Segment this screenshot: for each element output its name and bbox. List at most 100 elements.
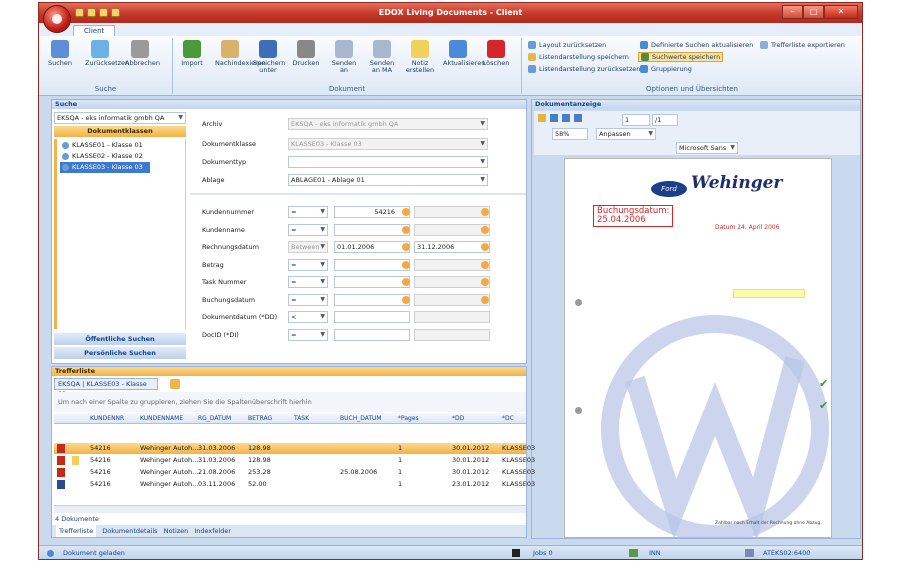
grouping-button[interactable]: Gruppierung	[640, 65, 692, 73]
key-icon[interactable]	[481, 208, 489, 216]
dokument-button-3[interactable]: Drucken	[291, 40, 321, 67]
key-icon[interactable]	[402, 260, 410, 269]
key-icon[interactable]	[481, 278, 489, 286]
fit-select[interactable]: Anpassen ▼	[596, 128, 656, 140]
prev-page-icon[interactable]	[574, 114, 582, 122]
results-tab[interactable]: EKSQA | KLASSE03 - Klasse 03✕	[54, 378, 158, 398]
operator-select[interactable]: = ▼	[288, 293, 328, 306]
column-header-6[interactable]: *Pages	[398, 413, 419, 424]
dokumentklasse-select[interactable]: KLASSE03 - Klasse 03 ▼	[288, 138, 488, 150]
criteria-value-1[interactable]	[334, 276, 410, 288]
table-row[interactable]: 54216 Wehinger Autoh... 03.11.2006 52.00 1 23…	[54, 479, 535, 490]
operator-select[interactable]: < ▼	[288, 311, 328, 323]
bottom-tab-0[interactable]: Trefferliste	[56, 525, 97, 537]
table-row[interactable]: 54216 Wehinger Autoh... 31.03.2006 128.98 1 3…	[54, 443, 535, 454]
column-header-4[interactable]: TASK	[294, 413, 309, 424]
key-icon[interactable]	[481, 295, 489, 304]
page-input[interactable]: 1	[622, 114, 650, 126]
save-search-values-button[interactable]: Suchwerte speichern	[638, 52, 724, 62]
criteria-value-2[interactable]	[414, 223, 490, 236]
criteria-value-1[interactable]	[334, 293, 410, 306]
criteria-value-1[interactable]	[334, 223, 410, 236]
pointer-icon[interactable]	[550, 114, 558, 122]
table-cell: 54216	[90, 444, 111, 452]
minimize-button[interactable]: –	[782, 5, 803, 19]
bottom-tab-1[interactable]: Dokumentdetails	[102, 525, 157, 537]
dokument-button-8[interactable]: Löschen	[481, 40, 511, 67]
list-reset-button[interactable]: Listendarstellung zurücksetzen	[528, 65, 640, 73]
dokumenttyp-select[interactable]: ▼	[288, 156, 488, 168]
operator-select[interactable]: = ▼	[288, 223, 328, 236]
column-header-2[interactable]: RG_DATUM	[198, 413, 231, 424]
criteria-value-1[interactable]: 54216	[334, 206, 410, 218]
font-select[interactable]: Microsoft Sans ▼	[676, 142, 738, 154]
dokument-button-2[interactable]: Speichern unter	[253, 40, 285, 74]
suche-button-2[interactable]: Abbrechen	[125, 40, 160, 67]
new-tab-icon[interactable]	[170, 379, 180, 389]
maximize-button[interactable]: □	[803, 5, 824, 19]
button-icon	[297, 40, 315, 58]
application-menu-button[interactable]	[43, 5, 71, 33]
list-save-button[interactable]: Listendarstellung speichern	[528, 53, 629, 61]
operator-select[interactable]: = ▼	[288, 276, 328, 288]
star-icon[interactable]	[538, 114, 546, 122]
operator-select[interactable]: = ▼	[288, 258, 328, 271]
define-search-refresh-button[interactable]: Definierte Suchen aktualisieren	[640, 41, 753, 49]
zoom-input[interactable]: 58%	[552, 128, 588, 140]
operator-select[interactable]: = ▼	[288, 328, 328, 341]
dokument-button-4[interactable]: Senden an	[329, 40, 359, 74]
key-icon[interactable]	[481, 243, 489, 251]
operator-select[interactable]: = ▼	[288, 206, 328, 218]
dokument-button-6[interactable]: Notiz erstellen	[405, 40, 435, 74]
criteria-value-2[interactable]	[414, 293, 490, 306]
first-page-icon[interactable]	[562, 114, 570, 122]
suche-button-0[interactable]: Suchen	[45, 40, 75, 67]
column-header-8[interactable]: *DC	[502, 413, 514, 424]
column-header-7[interactable]: *DD	[452, 413, 464, 424]
key-icon[interactable]	[402, 278, 410, 286]
criteria-value-2[interactable]	[414, 258, 490, 271]
column-header-0[interactable]: KUNDENNR	[90, 413, 124, 424]
key-icon[interactable]	[402, 225, 410, 234]
public-searches-header[interactable]: Öffentliche Suchen	[54, 333, 186, 345]
table-row[interactable]: 54216 Wehinger Autoh... 31.03.2006 128.98 1 3…	[54, 455, 535, 466]
dokument-button-5[interactable]: Senden an MA	[367, 40, 397, 74]
archiv-select[interactable]: EKSQA - eks informatik gmbh QA ▼	[288, 118, 488, 130]
table-row[interactable]: 54216 Wehinger Autoh... 21.08.2006 253.28 25…	[54, 467, 535, 478]
criteria-value-2[interactable]	[414, 276, 490, 288]
bottom-tab-2[interactable]: Notizen	[164, 525, 189, 537]
horizontal-scrollbar[interactable]	[54, 505, 526, 513]
key-icon[interactable]	[481, 260, 489, 269]
ablage-select[interactable]: ABLAGE01 - Ablage 01 ▼	[288, 174, 488, 186]
criteria-value-1[interactable]: 01.01.2006	[334, 241, 410, 253]
doc-classes-header[interactable]: Dokumentklassen	[54, 126, 186, 137]
criteria-value-1[interactable]	[334, 311, 410, 323]
key-icon[interactable]	[481, 225, 489, 234]
close-button[interactable]: ✕	[824, 5, 858, 19]
group-by-area[interactable]: Um nach einer Spalte zu gruppieren, zieh…	[54, 392, 526, 412]
key-icon[interactable]	[402, 243, 410, 251]
criteria-value-1[interactable]	[334, 328, 410, 341]
criteria-value-1[interactable]	[334, 258, 410, 271]
dokument-button-1[interactable]: Nachindexieren	[215, 40, 266, 67]
tab-client[interactable]: Client	[73, 25, 116, 36]
column-header-3[interactable]: BETRAG	[248, 413, 272, 424]
dokument-button-7[interactable]: Aktualisieren	[443, 40, 485, 67]
key-icon[interactable]	[402, 208, 410, 216]
personal-searches-header[interactable]: Persönliche Suchen	[54, 347, 186, 359]
key-icon[interactable]	[402, 295, 410, 304]
criteria-value-2[interactable]	[414, 206, 490, 218]
operator-select[interactable]: Between ▼	[288, 241, 328, 253]
dokument-button-label2: unter	[259, 66, 277, 74]
bottom-tab-3[interactable]: Indexfelder	[194, 525, 231, 537]
database-select[interactable]: EKSQA - eks informatik gmbh QA ▼	[54, 112, 186, 124]
criteria-value-2[interactable]	[414, 328, 490, 341]
suche-button-1[interactable]: Zurücksetzen	[85, 40, 129, 67]
dokument-button-0[interactable]: Import	[177, 40, 207, 67]
column-header-1[interactable]: KUNDENNAME	[140, 413, 183, 424]
criteria-value-2[interactable]	[414, 311, 490, 323]
column-header-5[interactable]: BUCH_DATUM	[340, 413, 382, 424]
criteria-value-2[interactable]: 31.12.2006	[414, 241, 490, 253]
layout-reset-button[interactable]: Layout zurücksetzen	[528, 41, 606, 49]
export-results-button[interactable]: Trefferliste exportieren	[760, 41, 845, 49]
